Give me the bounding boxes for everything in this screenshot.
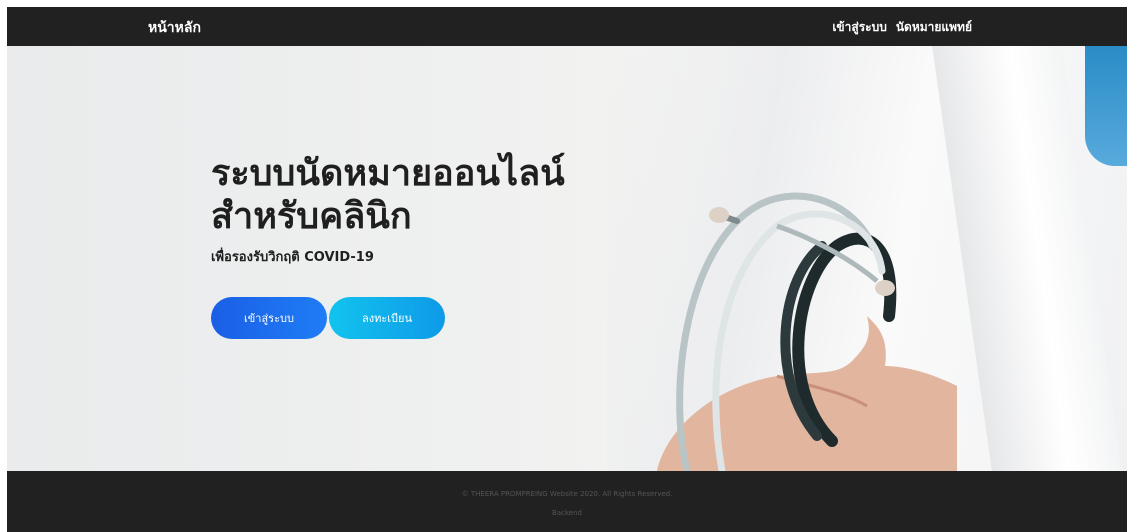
nav-login-link[interactable]: เข้าสู่ระบบ [832,18,887,37]
nav-appointment-link[interactable]: นัดหมายแพทย์ [896,18,972,37]
stethoscope-image [657,192,957,471]
hero-title: ระบบนัดหมายออนไลน์ สำหรับคลินิก [211,152,611,238]
backend-link[interactable]: Backend [7,509,1127,517]
login-button[interactable]: เข้าสู่ระบบ [211,297,327,339]
top-navbar: หน้าหลัก เข้าสู่ระบบ นัดหมายแพทย์ [7,7,1127,46]
hero-section: ระบบนัดหมายออนไลน์ สำหรับคลินิก เพื่อรอง… [7,46,1127,471]
hero-subtitle: เพื่อรองรับวิกฤติ COVID-19 [211,250,374,265]
copyright-text: © THEERA PROMPREING Website 2020. All Ri… [461,490,673,498]
nav-links: เข้าสู่ระบบ นัดหมายแพทย์ [832,18,972,37]
register-button[interactable]: ลงทะเบียน [329,297,445,339]
home-link[interactable]: หน้าหลัก [148,17,201,39]
footer: © THEERA PROMPREING Website 2020. All Ri… [7,471,1127,532]
scrub-image [1085,46,1127,166]
hero-title-line1: ระบบนัดหมายออนไลน์ [211,153,565,194]
hero-title-line2: สำหรับคลินิก [211,196,412,237]
